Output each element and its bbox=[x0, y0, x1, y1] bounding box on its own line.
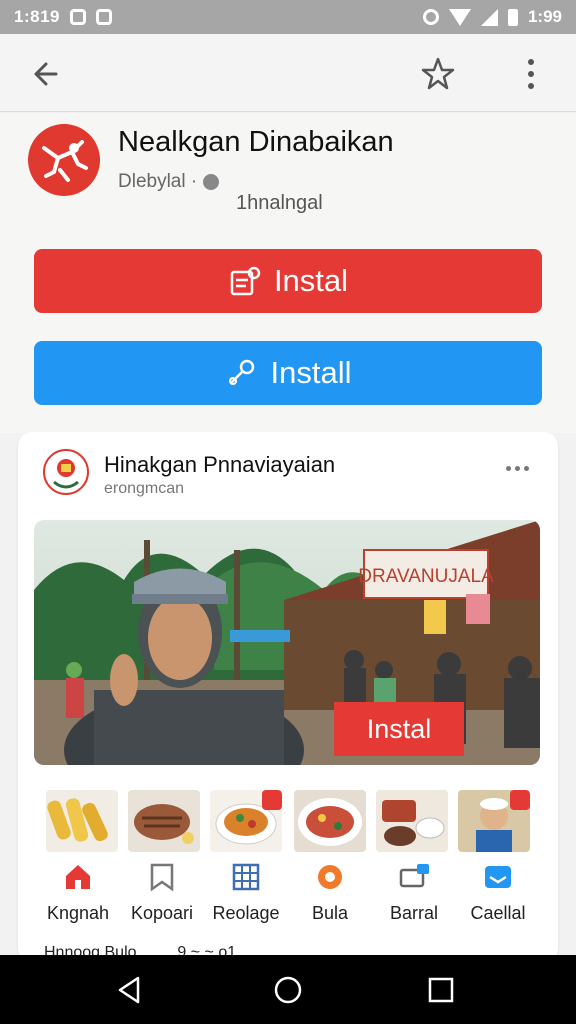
bookmark-icon bbox=[150, 863, 174, 892]
nav-item-barral[interactable]: Barral bbox=[372, 858, 456, 932]
battery-icon bbox=[507, 8, 518, 26]
thumbnail-badge bbox=[262, 790, 282, 810]
instal-button-label: Instal bbox=[273, 263, 349, 298]
grid-icon bbox=[232, 863, 260, 891]
nav-label: Barral bbox=[389, 903, 438, 923]
post-subtitle: erongmcan bbox=[104, 480, 185, 497]
nav-label: Bula bbox=[311, 903, 349, 923]
thumbnail-5[interactable] bbox=[376, 790, 448, 852]
thumbnail-4[interactable] bbox=[294, 790, 366, 852]
settings-status-icon bbox=[422, 9, 439, 25]
notification-icon bbox=[69, 9, 86, 25]
post-photo[interactable]: DRAVANUJALA bbox=[34, 520, 540, 765]
wifi-icon bbox=[448, 8, 471, 26]
thumbnail-badge-2 bbox=[510, 790, 530, 810]
nav-label: Caellal bbox=[470, 903, 526, 923]
app-subtitle: Dlebylal · bbox=[118, 171, 220, 193]
nav-label: Kngnah bbox=[46, 903, 110, 923]
app-bar bbox=[0, 34, 576, 112]
star-icon[interactable] bbox=[418, 54, 458, 94]
more-vert-icon[interactable] bbox=[516, 54, 546, 94]
app-subtitle-2: 1hnalngal bbox=[236, 192, 323, 214]
notification-icon-2 bbox=[95, 9, 112, 25]
shop-sign-text: DRAVANUJALA bbox=[358, 566, 494, 587]
install-doc-icon bbox=[230, 266, 261, 296]
post-more-icon[interactable] bbox=[506, 458, 534, 478]
category-nav: Kngnah Kopoari Reolage Bula Barral Caell… bbox=[34, 858, 540, 932]
globe-icon bbox=[203, 174, 220, 190]
nav-label: Reolage bbox=[212, 903, 280, 923]
thumbnail-3[interactable] bbox=[210, 790, 282, 852]
status-time-right: 1:99 bbox=[527, 7, 562, 26]
key-icon bbox=[228, 359, 254, 385]
install-button[interactable]: Install bbox=[34, 341, 542, 405]
circle-icon bbox=[318, 865, 342, 889]
post-title: Hinakgan Pnnaviayaian bbox=[104, 452, 336, 477]
thumbnail-strip bbox=[46, 790, 530, 852]
recents-square-icon[interactable] bbox=[424, 973, 458, 1007]
app-subtitle-text: Dlebylal · bbox=[118, 171, 198, 192]
nav-item-bula[interactable]: Bula bbox=[288, 858, 372, 932]
home-icon bbox=[66, 865, 90, 889]
signal-icon bbox=[480, 8, 498, 26]
photo-instal-button[interactable]: Instal bbox=[334, 702, 464, 756]
post-avatar bbox=[42, 448, 90, 496]
back-arrow-icon[interactable] bbox=[26, 54, 66, 94]
app-title: Nealkgan Dinabaikan bbox=[118, 126, 394, 158]
nav-item-kopoari[interactable]: Kopoari bbox=[120, 858, 204, 932]
thumbnail-6[interactable] bbox=[458, 790, 530, 852]
status-time: 1:819 bbox=[14, 7, 60, 26]
nav-label: Kopoari bbox=[130, 903, 194, 923]
app-logo bbox=[28, 124, 100, 196]
message-icon bbox=[399, 864, 429, 888]
mail-icon bbox=[485, 866, 511, 888]
back-triangle-icon[interactable] bbox=[112, 973, 146, 1007]
nav-item-kngnah[interactable]: Kngnah bbox=[36, 858, 120, 932]
system-nav-bar bbox=[0, 955, 576, 1024]
thumbnail-2[interactable] bbox=[128, 790, 200, 852]
thumbnail-1[interactable] bbox=[46, 790, 118, 852]
nav-item-reolage[interactable]: Reolage bbox=[204, 858, 288, 932]
status-bar: 1:819 1:99 bbox=[0, 0, 576, 34]
install-button-label: Install bbox=[270, 355, 352, 390]
instal-button[interactable]: Instal bbox=[34, 249, 542, 313]
nav-item-caellal[interactable]: Caellal bbox=[456, 858, 540, 932]
home-circle-icon[interactable] bbox=[271, 973, 305, 1007]
